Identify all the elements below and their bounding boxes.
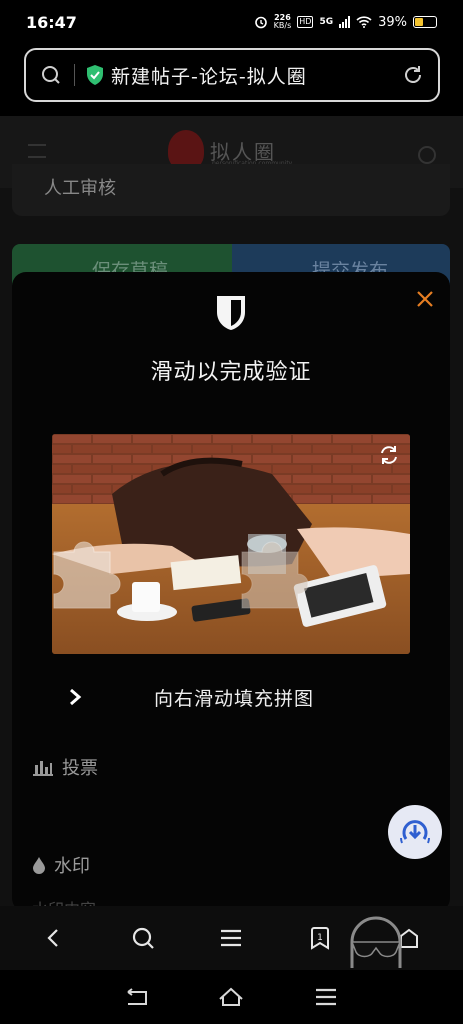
bookmarks-button[interactable]: 1 [298, 916, 342, 960]
puzzle-image [52, 434, 410, 654]
captcha-dialog: 滑动以完成验证 向右滑动填充拼图 [12, 272, 450, 912]
back-button[interactable] [32, 916, 76, 960]
address-divider [74, 64, 75, 86]
slider-handle[interactable] [52, 674, 98, 720]
menu-icon [221, 929, 242, 947]
system-recents-button[interactable] [311, 982, 341, 1012]
droplet-icon [33, 857, 45, 874]
bar-chart-icon [33, 761, 53, 776]
bookmark-count: 1 [317, 933, 323, 943]
net-speed-unit: KB/s [273, 21, 292, 30]
wifi-icon [356, 16, 372, 28]
battery-fill [415, 18, 423, 26]
download-speed-icon [400, 820, 430, 844]
system-nav-bar [0, 970, 463, 1024]
system-back-button[interactable] [122, 982, 152, 1012]
vote-label: 投票 [62, 758, 98, 779]
battery-percent: 39% [378, 14, 407, 30]
puzzle-slot [241, 541, 309, 609]
recents-gesture-icon [315, 988, 336, 1006]
back-icon [47, 929, 59, 947]
captcha-shield-icon [217, 296, 245, 330]
status-time: 16:47 [26, 12, 77, 32]
hd-badge: HD [297, 16, 314, 28]
menu-button[interactable] [209, 916, 253, 960]
page-title[interactable]: 新建帖子-论坛-拟人圈 [111, 62, 402, 89]
captcha-heading: 滑动以完成验证 [150, 360, 312, 385]
battery-icon [413, 16, 437, 28]
bookmark-icon: 1 [311, 927, 330, 950]
puzzle-piece[interactable] [53, 541, 121, 609]
status-icons: 226 KB/s HD 5G 39% [254, 14, 437, 30]
watermark-section[interactable]: 水印 [32, 852, 90, 878]
search-icon[interactable] [40, 64, 62, 86]
signal-icon [339, 16, 351, 28]
status-bar: 16:47 226 KB/s HD 5G 39% [0, 0, 463, 44]
home-gesture-icon [219, 987, 244, 1006]
search-icon [132, 927, 154, 949]
watermark-label: 水印 [54, 856, 90, 877]
net-speed: 226 KB/s [274, 14, 292, 30]
floating-download-button[interactable] [388, 805, 442, 859]
slider-hint: 向右滑动填充拼图 [153, 687, 314, 710]
review-card-label: 人工审核 [44, 178, 116, 199]
network-type: 5G [319, 17, 334, 27]
address-bar[interactable]: 新建帖子-论坛-拟人圈 [24, 48, 440, 102]
secure-shield-icon [87, 65, 103, 85]
toolbar-search-button[interactable] [121, 916, 165, 960]
review-card: 人工审核 [12, 164, 450, 216]
back-gesture-icon [127, 988, 148, 1005]
vote-section[interactable]: 投票 [32, 754, 98, 780]
chevron-right-icon [70, 688, 82, 706]
close-icon[interactable] [414, 288, 436, 310]
puzzle-scene [52, 434, 410, 654]
site-menu-icon [28, 144, 46, 158]
site-search-icon [418, 146, 436, 164]
reload-icon[interactable] [402, 64, 424, 86]
mascot-sunglasses-icon [350, 916, 402, 968]
system-home-button[interactable] [216, 982, 246, 1012]
refresh-puzzle-icon[interactable] [378, 444, 400, 466]
alarm-icon [254, 16, 267, 29]
captcha-slider[interactable]: 向右滑动填充拼图 [52, 674, 410, 720]
